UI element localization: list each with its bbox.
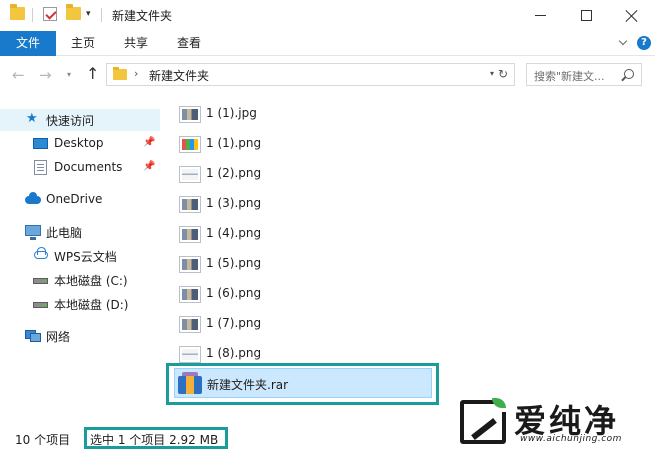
drive-icon	[33, 302, 48, 308]
image-file-icon	[179, 346, 201, 363]
maximize-button[interactable]	[563, 0, 609, 31]
toolbar-separator	[101, 8, 102, 22]
sidebar-item-label: 此电脑	[46, 226, 83, 240]
search-icon[interactable]	[624, 69, 634, 79]
pin-icon[interactable]: 📌	[143, 161, 155, 172]
image-file-icon	[179, 106, 201, 123]
pin-icon[interactable]: 📌	[143, 137, 155, 148]
customize-toolbar-dropdown-icon[interactable]: ▾	[86, 9, 91, 19]
tab-share[interactable]: 共享	[117, 31, 155, 56]
highlight-frame-status	[84, 427, 228, 449]
tab-file[interactable]: 文件	[0, 31, 56, 56]
search-placeholder[interactable]: 搜索"新建文...	[534, 68, 605, 84]
help-icon[interactable]: ?	[637, 36, 651, 50]
image-file-icon	[179, 316, 201, 333]
sidebar-item-drive-c[interactable]: 本地磁盘 (C:)	[0, 269, 160, 291]
onedrive-cloud-icon	[25, 192, 41, 204]
sidebar-item-onedrive[interactable]: OneDrive	[0, 189, 160, 211]
breadcrumb-current-folder[interactable]: 新建文件夹	[149, 67, 209, 84]
folder-icon	[10, 4, 25, 20]
list-item[interactable]: 1 (3).png	[176, 192, 430, 216]
image-file-icon	[179, 196, 201, 213]
search-box[interactable]: 搜索"新建文...	[526, 63, 642, 86]
sidebar-item-label: Desktop	[54, 136, 104, 150]
sidebar-item-this-pc[interactable]: 此电脑	[0, 221, 160, 243]
ribbon-tabs: 文件 主页 共享 查看 ?	[0, 31, 655, 56]
sidebar-item-drive-d[interactable]: 本地磁盘 (D:)	[0, 293, 160, 315]
image-file-icon	[179, 286, 201, 303]
list-item[interactable]: 1 (1).png	[176, 132, 430, 156]
close-icon	[625, 9, 639, 23]
expand-ribbon-chevron-icon[interactable]	[617, 37, 629, 49]
sidebar-item-label: 本地磁盘 (C:)	[54, 274, 128, 288]
forward-arrow-icon[interactable]: →	[39, 67, 52, 83]
list-item[interactable]: 1 (5).png	[176, 252, 430, 276]
back-arrow-icon[interactable]: ←	[12, 67, 25, 83]
sidebar-item-label: Documents	[54, 160, 123, 174]
toolbar-separator	[32, 8, 33, 22]
list-item[interactable]: 1 (1).jpg	[176, 102, 430, 126]
breadcrumb-chevron-icon[interactable]: ›	[134, 67, 138, 80]
navigation-pane: ★ 快速访问 Desktop 📌 Documents 📌 OneDrive 此电…	[0, 94, 160, 424]
image-file-icon	[179, 256, 201, 273]
list-item[interactable]: 1 (4).png	[176, 222, 430, 246]
watermark-logo: 爱纯净 www.aichunjing.com	[458, 394, 650, 448]
tab-view[interactable]: 查看	[170, 31, 208, 56]
file-name: 1 (1).jpg	[206, 106, 257, 120]
desktop-icon	[33, 138, 48, 149]
up-arrow-icon[interactable]: ↑	[86, 65, 99, 83]
refresh-button[interactable]: ↻	[492, 63, 515, 86]
list-item[interactable]: 1 (6).png	[176, 282, 430, 306]
sidebar-item-quick-access[interactable]: ★ 快速访问	[0, 109, 160, 131]
list-item[interactable]: 1 (7).png	[176, 312, 430, 336]
file-name: 1 (1).png	[206, 136, 262, 150]
file-name: 1 (5).png	[206, 256, 262, 270]
documents-icon	[34, 160, 47, 175]
file-name: 1 (7).png	[206, 316, 262, 330]
sidebar-item-label: 网络	[46, 330, 71, 344]
maximize-icon	[580, 10, 592, 21]
tab-home[interactable]: 主页	[64, 31, 102, 56]
address-bar[interactable]: › 新建文件夹 ▾	[106, 63, 515, 86]
sidebar-item-label: WPS云文档	[54, 250, 117, 264]
minimize-icon	[534, 15, 546, 16]
sidebar-item-network[interactable]: 网络	[0, 325, 160, 347]
sidebar-item-documents[interactable]: Documents 📌	[0, 157, 160, 179]
image-file-icon	[179, 136, 201, 153]
navigation-bar: ← → ▾ ↑ › 新建文件夹 ▾ ↻ 搜索"新建文...	[0, 57, 655, 94]
minimize-button[interactable]	[517, 0, 563, 31]
file-name: 1 (8).png	[206, 346, 262, 360]
new-folder-icon[interactable]	[66, 4, 81, 20]
wps-cloud-icon	[34, 247, 48, 259]
sidebar-item-label: 本地磁盘 (D:)	[54, 298, 129, 312]
file-name: 1 (2).png	[206, 166, 262, 180]
item-count: 10 个项目	[15, 433, 71, 447]
network-icon	[25, 328, 41, 342]
folder-icon	[113, 67, 127, 80]
close-button[interactable]	[609, 0, 655, 31]
properties-check-icon[interactable]	[43, 7, 57, 21]
star-icon: ★	[26, 111, 38, 126]
file-name: 1 (4).png	[206, 226, 262, 240]
highlight-frame-selected-file	[166, 363, 439, 405]
watermark-url: www.aichunjing.com	[520, 434, 622, 444]
sidebar-item-label: OneDrive	[46, 192, 103, 206]
drive-icon	[33, 278, 48, 284]
sidebar-item-desktop[interactable]: Desktop 📌	[0, 133, 160, 155]
image-file-icon	[179, 226, 201, 243]
sidebar-item-wps-cloud[interactable]: WPS云文档	[0, 245, 160, 267]
sidebar-item-label: 快速访问	[46, 114, 95, 128]
file-name: 1 (3).png	[206, 196, 262, 210]
list-item[interactable]: 1 (2).png	[176, 162, 430, 186]
window-title: 新建文件夹	[112, 9, 173, 23]
image-file-icon	[179, 166, 201, 183]
recent-locations-chevron-icon[interactable]: ▾	[67, 70, 71, 79]
file-name: 1 (6).png	[206, 286, 262, 300]
pc-icon	[25, 225, 41, 240]
title-bar: ▾ 新建文件夹	[0, 0, 655, 31]
